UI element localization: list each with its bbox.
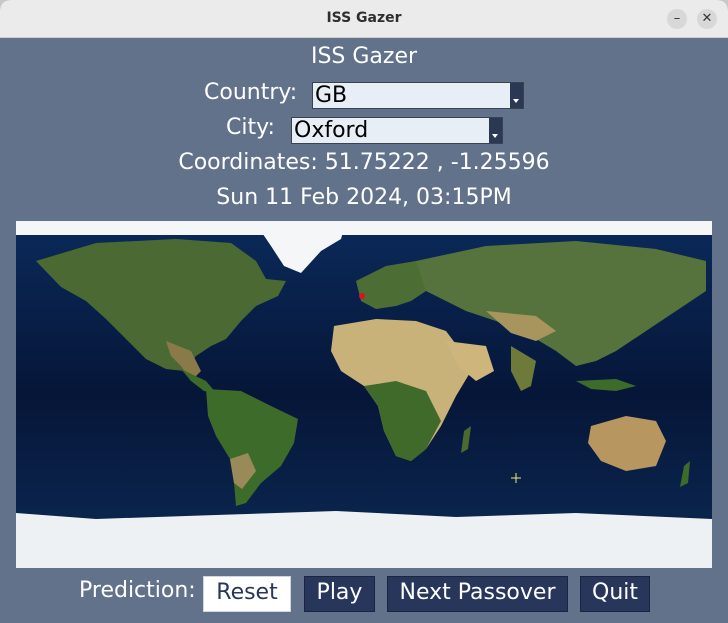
- next-passover-button[interactable]: Next Passover: [387, 576, 568, 612]
- datetime-readout: Sun 11 Feb 2024, 03:15PM: [216, 185, 512, 210]
- window-title: ISS Gazer: [326, 10, 402, 26]
- world-map: [16, 221, 712, 568]
- chevron-down-icon[interactable]: [489, 118, 502, 143]
- prediction-label: Prediction:: [79, 578, 196, 603]
- quit-button[interactable]: Quit: [580, 576, 650, 612]
- app-heading: ISS Gazer: [310, 44, 418, 69]
- chevron-down-icon[interactable]: [510, 83, 523, 108]
- title-bar[interactable]: ISS Gazer – ✕: [0, 0, 728, 38]
- close-button[interactable]: ✕: [697, 9, 717, 29]
- country-dropdown[interactable]: GB: [312, 82, 524, 109]
- coordinates-readout: Coordinates: 51.75222 , -1.25596: [178, 150, 550, 175]
- world-map-image: [16, 221, 712, 568]
- antarctica: [16, 511, 712, 568]
- country-label: Country:: [204, 80, 298, 105]
- minimize-button[interactable]: –: [667, 9, 687, 29]
- city-label: City:: [226, 115, 275, 140]
- play-button[interactable]: Play: [304, 576, 375, 612]
- reset-button[interactable]: Reset: [203, 576, 291, 612]
- arctic-edge: [16, 221, 712, 235]
- city-dropdown[interactable]: Oxford: [291, 117, 503, 144]
- city-value: Oxford: [294, 118, 369, 143]
- app-window: ISS Gazer – ✕ ISS Gazer Country: GB City…: [0, 0, 728, 623]
- country-value: GB: [315, 83, 348, 108]
- location-marker-icon: [359, 293, 365, 299]
